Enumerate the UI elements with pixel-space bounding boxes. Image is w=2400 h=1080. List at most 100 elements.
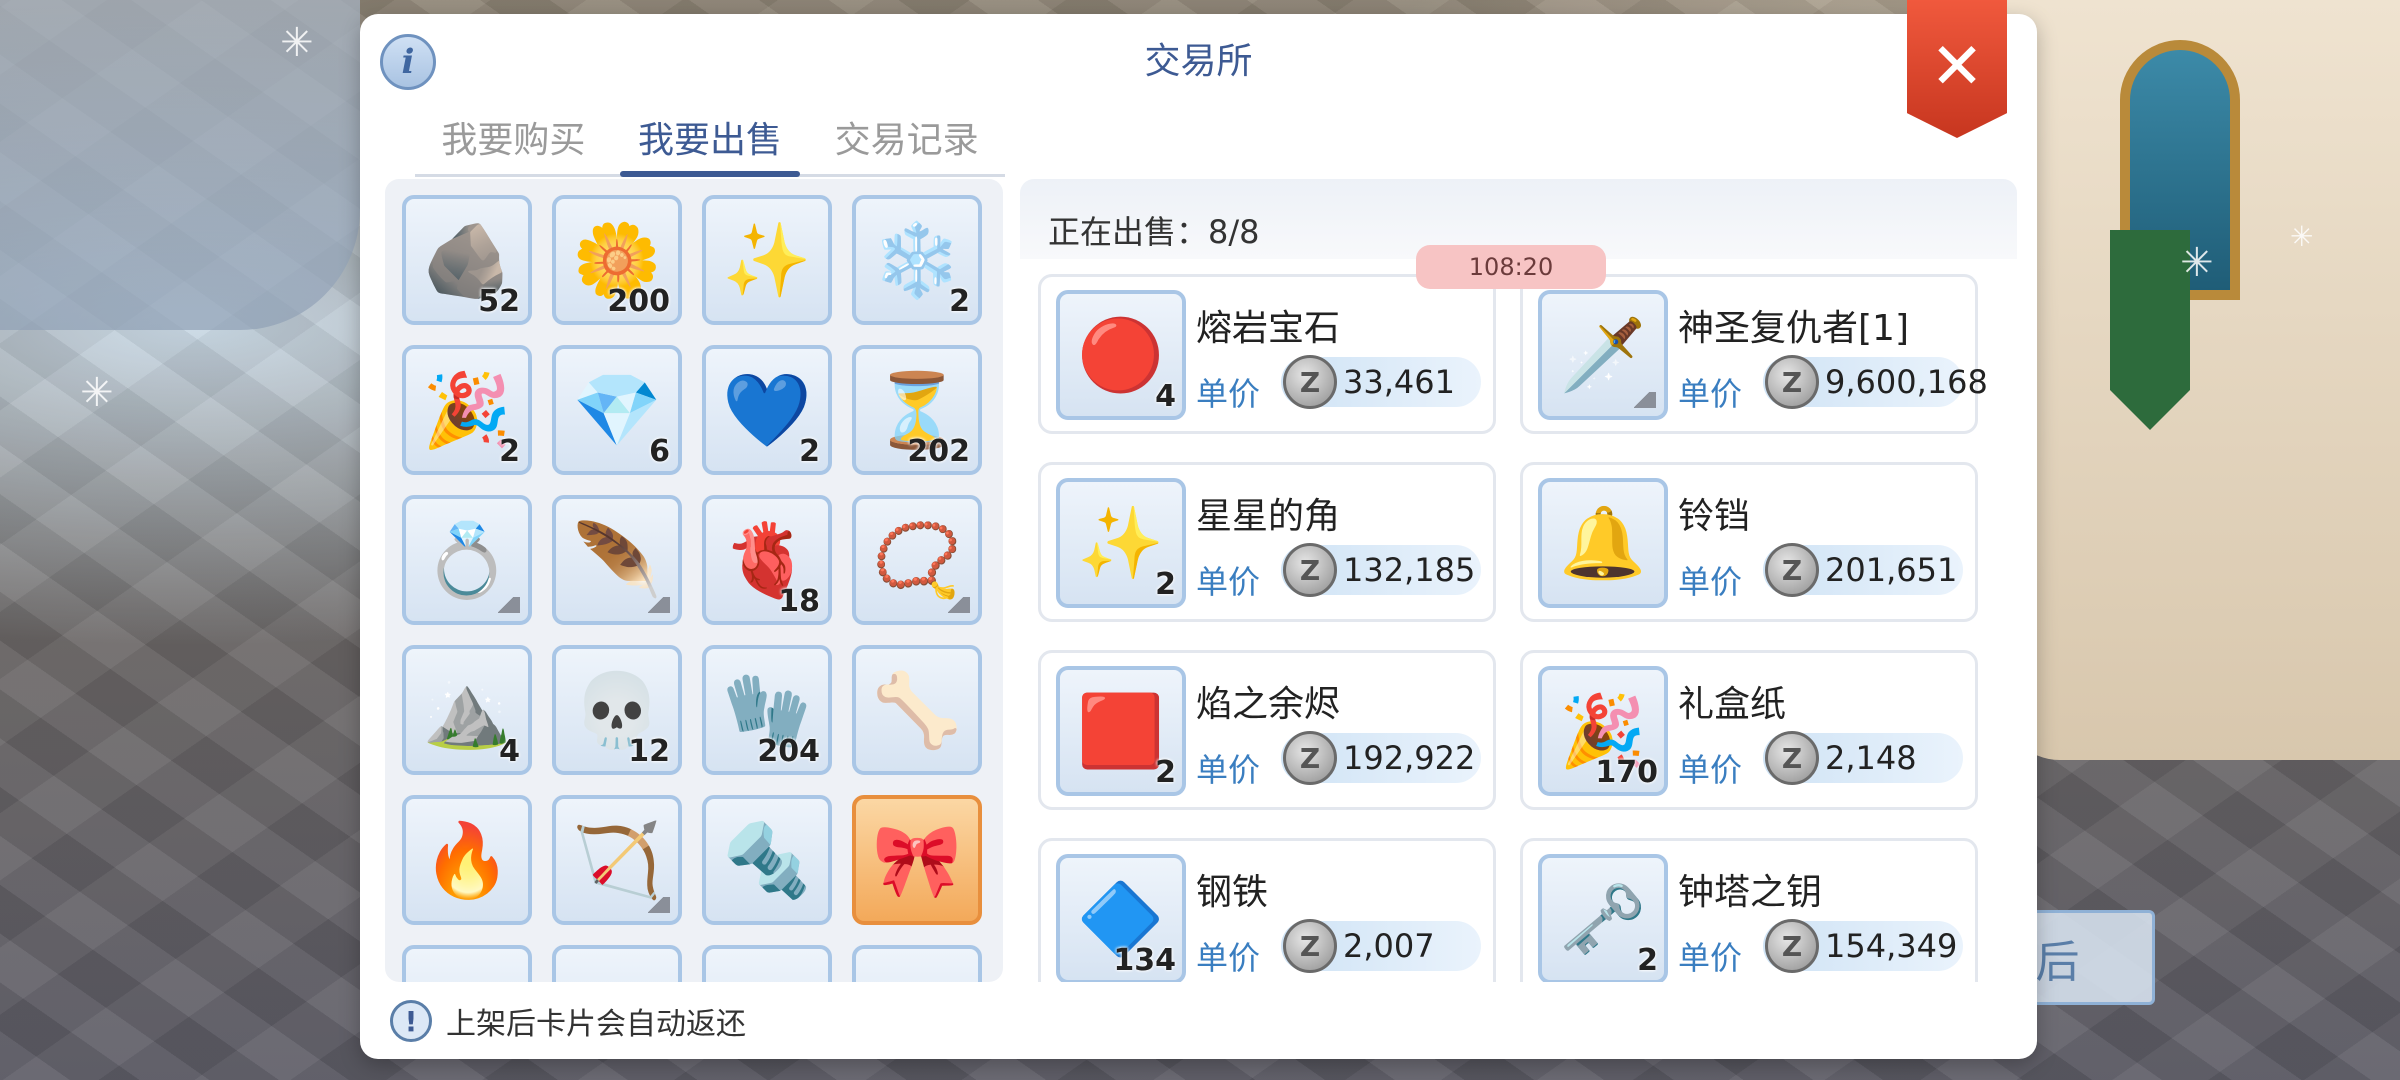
inventory-slot[interactable]: 💙 2 xyxy=(702,345,832,475)
item-price: 154,349 xyxy=(1825,927,1958,965)
notice: ! 上架后卡片会自动返还 xyxy=(390,999,746,1043)
unit-price-label: 单价 xyxy=(1196,939,1261,977)
item-name: 星星的角 xyxy=(1196,496,1341,537)
claw-icon: 🦴 xyxy=(872,667,962,752)
listing-timer: 108:20 xyxy=(1416,245,1606,289)
item-icon-frame: 🔷 134 xyxy=(1056,854,1186,982)
item-name: 钟塔之钥 xyxy=(1678,872,1823,913)
item-count: 2 xyxy=(1155,567,1176,602)
item-count: 2 xyxy=(1155,755,1176,790)
inventory-slot[interactable]: 🧤 204 xyxy=(702,645,832,775)
equipment-mark-icon xyxy=(648,597,670,613)
inventory-slot[interactable] xyxy=(852,945,982,982)
snowflake-icon: ✳ xyxy=(80,370,114,416)
zeny-coin-icon: Z xyxy=(1283,919,1337,973)
item-count: 6 xyxy=(649,434,670,469)
item-price: 192,922 xyxy=(1343,739,1476,777)
zeny-coin-icon: Z xyxy=(1765,919,1819,973)
selling-item-card[interactable]: 🔴 4 熔岩宝石 单价 Z 33,461 xyxy=(1038,274,1496,434)
selling-item-card[interactable]: 🗝️ 2 钟塔之钥 单价 Z 154,349 xyxy=(1520,838,1978,982)
snowflake-icon: ✳ xyxy=(280,20,314,66)
inventory-slot[interactable]: 🎀 xyxy=(852,795,982,925)
item-name: 神圣复仇者[1] xyxy=(1678,308,1909,349)
item-count: 12 xyxy=(628,734,670,769)
inventory-grid-panel: 🪨 52 🌼 200 ✨ ❄️ 2 🎉 2 💎 6 💙 2 ⏳ 202 💍 🪶 🫀 18 📿 ⛰️ 4 💀 12 🧤 204 🦴 🔥 🏹… xyxy=(385,179,1003,982)
item-icon-frame: 🟥 2 xyxy=(1056,666,1186,796)
unit-price-label: 单价 xyxy=(1196,563,1261,601)
item-price: 132,185 xyxy=(1343,551,1476,589)
item-price: 2,007 xyxy=(1343,927,1435,965)
inventory-slot[interactable]: 🪶 xyxy=(552,495,682,625)
item-count: 4 xyxy=(499,734,520,769)
inventory-slot[interactable]: 🦴 xyxy=(852,645,982,775)
inventory-slot[interactable]: 🫀 18 xyxy=(702,495,832,625)
inventory-slot[interactable] xyxy=(702,945,832,982)
inventory-slot[interactable]: 🪨 52 xyxy=(402,195,532,325)
item-count: 202 xyxy=(907,434,970,469)
inventory-slot[interactable] xyxy=(402,945,532,982)
tab-1[interactable]: 我要出售 xyxy=(612,99,809,177)
item-name: 熔岩宝石 xyxy=(1196,308,1341,349)
tab-2[interactable]: 交易记录 xyxy=(808,99,1005,174)
item-name: 钢铁 xyxy=(1196,872,1269,913)
snowflake-icon: ✳ xyxy=(2180,240,2214,286)
unit-price-label: 单价 xyxy=(1678,563,1743,601)
item-icon-frame: 🗡️ xyxy=(1538,290,1668,420)
inventory-slot[interactable]: 🌼 200 xyxy=(552,195,682,325)
selling-panel: 正在出售：8/8 🔴 4 熔岩宝石 单价 Z 33,461 🗡️ 神圣复仇者[1] 单价 Z 9,6… xyxy=(1020,179,2017,982)
equipment-mark-icon xyxy=(498,597,520,613)
inventory-slot[interactable]: 📿 xyxy=(852,495,982,625)
selling-item-card[interactable]: 🔷 134 钢铁单价 Z 2,007 xyxy=(1038,838,1496,982)
item-count: 4 xyxy=(1155,379,1176,414)
inventory-slot[interactable]: ✨ xyxy=(702,195,832,325)
inventory-slot[interactable]: 🔩 xyxy=(702,795,832,925)
inventory-slot[interactable]: 💀 12 xyxy=(552,645,682,775)
inventory-slot[interactable]: 🎉 2 xyxy=(402,345,532,475)
selling-item-card[interactable]: 🗡️ 神圣复仇者[1] 单价 Z 9,600,168 xyxy=(1520,274,1988,434)
bell-icon: 🔔 xyxy=(1559,501,1647,584)
item-name: 焰之余烬 xyxy=(1196,684,1341,725)
tab-bar: 我要购买 我要出售 交易记录 xyxy=(415,99,1005,177)
zeny-coin-icon: Z xyxy=(1765,355,1819,409)
equipment-mark-icon xyxy=(648,897,670,913)
inventory-grid: 🪨 52 🌼 200 ✨ ❄️ 2 🎉 2 💎 6 💙 2 ⏳ 202 💍 🪶 🫀 18 📿 ⛰️ 4 💀 12 🧤 204 🦴 🔥 🏹… xyxy=(385,179,1003,982)
nail-icon: 🔩 xyxy=(722,817,812,902)
inventory-slot[interactable] xyxy=(552,945,682,982)
zeny-coin-icon: Z xyxy=(1283,355,1337,409)
ribbon-card-icon: 🎀 xyxy=(872,817,962,902)
inventory-slot[interactable]: ❄️ 2 xyxy=(852,195,982,325)
item-count: 2 xyxy=(799,434,820,469)
selling-list[interactable]: 🔴 4 熔岩宝石 单价 Z 33,461 🗡️ 神圣复仇者[1] 单价 Z 9,600,168 ✨ 2 星… xyxy=(1020,264,2017,982)
selling-item-card[interactable]: 🟥 2 焰之余烬单价 Z 192,922 xyxy=(1038,650,1496,810)
tab-0[interactable]: 我要购买 xyxy=(415,99,612,174)
unit-price-label: 单价 xyxy=(1678,375,1743,413)
equipment-mark-icon xyxy=(1634,392,1656,408)
item-icon-frame: 🔔 xyxy=(1538,478,1668,608)
selling-item-card[interactable]: 🎉 170 礼盒纸 单价 Z 2,148 xyxy=(1520,650,1978,810)
inventory-slot[interactable]: ⏳ 202 xyxy=(852,345,982,475)
unit-price-label: 单价 xyxy=(1196,751,1261,789)
inventory-slot[interactable]: 🏹 xyxy=(552,795,682,925)
equipment-mark-icon xyxy=(948,597,970,613)
item-count: 18 xyxy=(778,584,820,619)
inventory-slot[interactable]: 💍 xyxy=(402,495,532,625)
notice-text: 上架后卡片会自动返还 xyxy=(446,1007,746,1042)
fire-chest-icon: 🔥 xyxy=(422,817,512,902)
close-button[interactable]: ✕ xyxy=(1907,0,2007,138)
selling-item-card[interactable]: ✨ 2 星星的角 单价 Z 132,185 xyxy=(1038,462,1496,622)
inventory-slot[interactable]: ⛰️ 4 xyxy=(402,645,532,775)
item-count: 170 xyxy=(1595,755,1658,790)
item-count: 2 xyxy=(1637,943,1658,978)
item-count: 200 xyxy=(607,284,670,319)
item-count: 204 xyxy=(757,734,820,769)
background-banner xyxy=(2110,230,2190,430)
zeny-coin-icon: Z xyxy=(1765,731,1819,785)
item-count: 52 xyxy=(478,284,520,319)
selling-item-card[interactable]: 🔔 铃铛 单价 Z 201,651 xyxy=(1520,462,1978,622)
inventory-slot[interactable]: 🔥 xyxy=(402,795,532,925)
inventory-slot[interactable]: 💎 6 xyxy=(552,345,682,475)
item-icon-frame: 🔴 4 xyxy=(1056,290,1186,420)
zeny-coin-icon: Z xyxy=(1283,731,1337,785)
item-price: 9,600,168 xyxy=(1825,363,1988,401)
item-count: 134 xyxy=(1113,943,1176,978)
